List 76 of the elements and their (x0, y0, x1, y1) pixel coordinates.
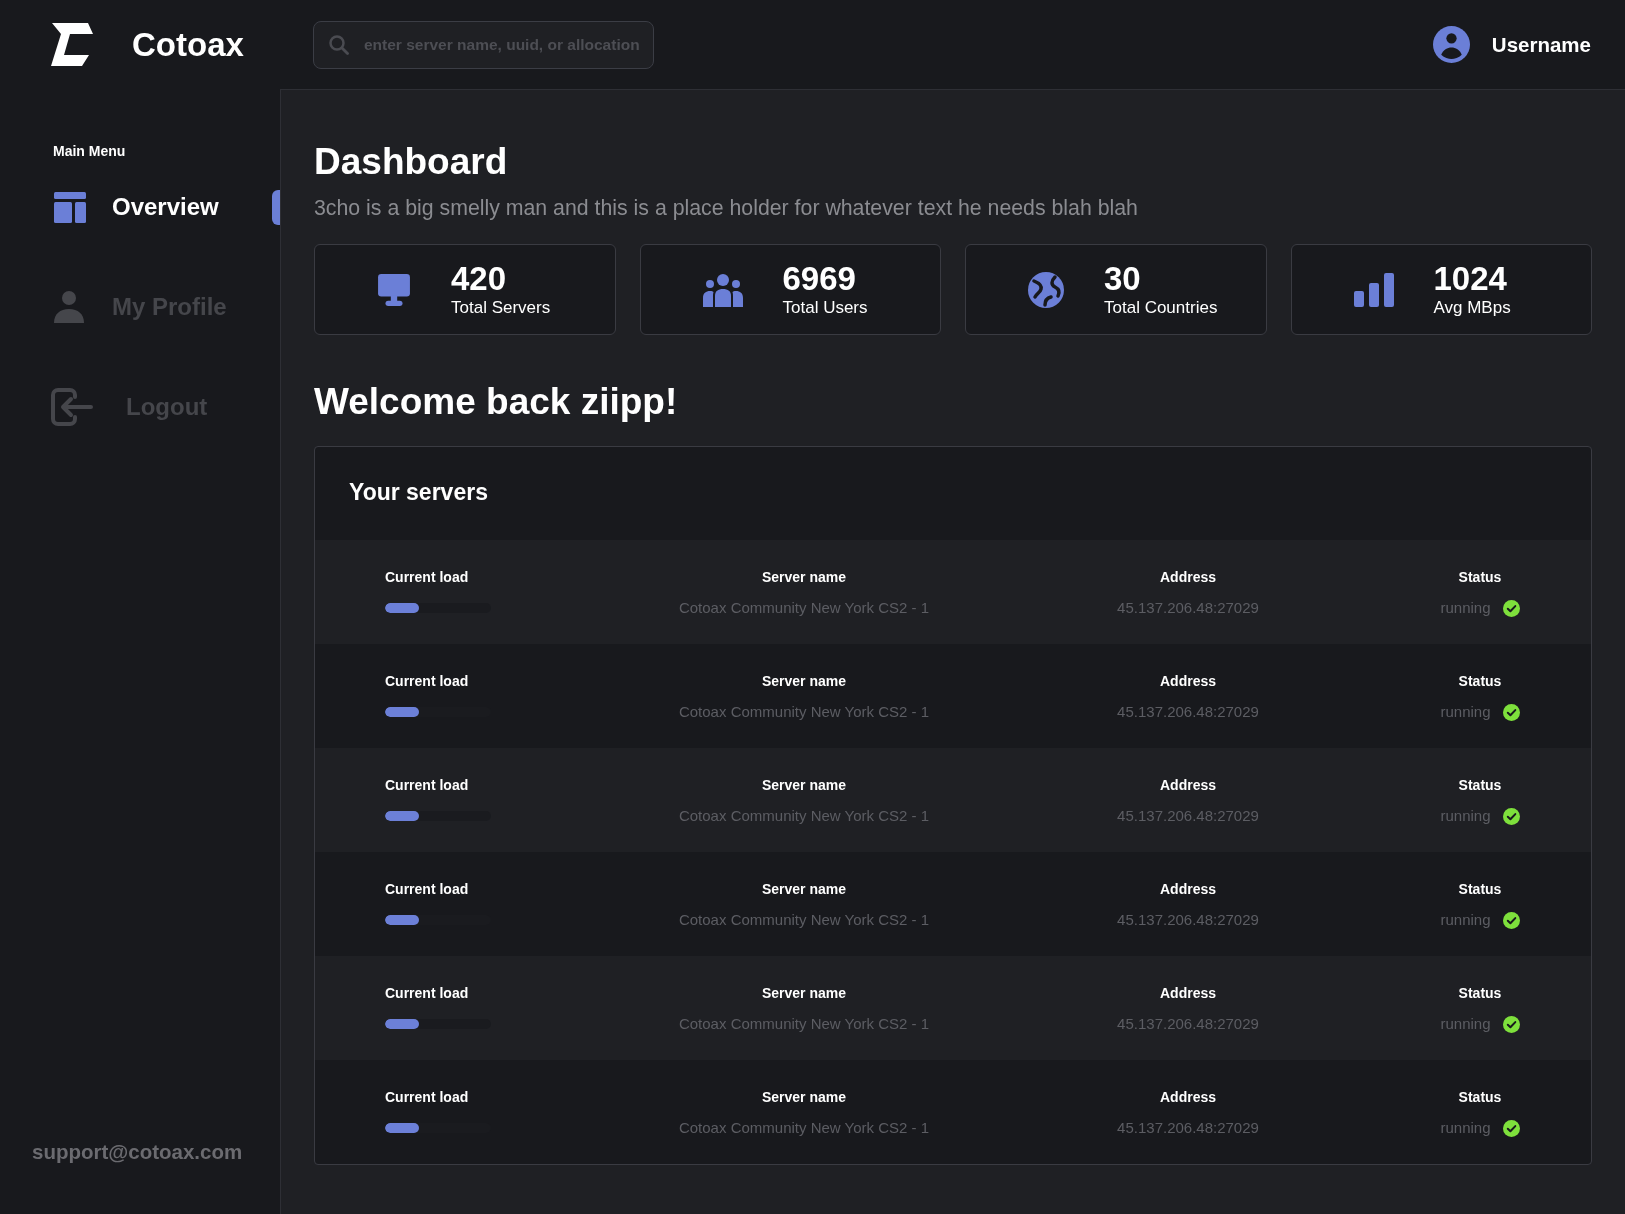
logo-icon (51, 23, 93, 66)
welcome-heading: Welcome back ziipp! (314, 380, 678, 424)
stat-value: 1024 (1433, 261, 1507, 296)
active-indicator (272, 189, 280, 225)
status-text: running (1440, 1119, 1491, 1137)
user-name[interactable]: Username (1491, 32, 1591, 57)
status-text: running (1440, 703, 1491, 721)
column-label: Address (1160, 984, 1216, 1002)
column-label: Server name (761, 1088, 847, 1106)
column-label: Server name (761, 776, 847, 794)
server-name: Cotoax Community New York CS2 - 1 (678, 911, 930, 929)
column-label: Status (1458, 984, 1502, 1002)
monitor-icon (377, 272, 411, 307)
column-label: Address (1160, 672, 1216, 690)
check-icon (1502, 703, 1520, 721)
search-icon (329, 34, 349, 55)
server-name: Cotoax Community New York CS2 - 1 (678, 807, 930, 825)
column-label: Current load (385, 880, 469, 898)
stat-label: Total Servers (451, 297, 551, 318)
column-label: Current load (385, 984, 469, 1002)
stat-label: Avg MBps (1433, 297, 1511, 318)
check-icon (1502, 1119, 1520, 1137)
check-icon (1502, 599, 1520, 617)
status-text: running (1440, 1015, 1491, 1033)
stat-value: 6969 (782, 261, 856, 296)
brand-name: Cotoax (132, 25, 244, 64)
column-label: Address (1160, 776, 1216, 794)
column-label: Server name (761, 984, 847, 1002)
column-label: Address (1160, 568, 1216, 586)
column-label: Current load (385, 1088, 469, 1106)
column-label: Current load (385, 776, 469, 794)
status-text: running (1440, 599, 1491, 617)
server-address: 45.137.206.48:27029 (1117, 807, 1259, 825)
column-label: Server name (761, 568, 847, 586)
stat-label: Total Users (782, 297, 868, 318)
bar-chart-icon (1353, 272, 1394, 307)
stat-value: 30 (1104, 261, 1141, 296)
column-label: Status (1458, 776, 1502, 794)
column-label: Server name (761, 672, 847, 690)
check-icon (1502, 911, 1520, 929)
users-icon (702, 272, 743, 307)
column-label: Current load (385, 672, 469, 690)
column-label: Address (1160, 880, 1216, 898)
check-icon (1502, 807, 1520, 825)
column-label: Server name (761, 880, 847, 898)
server-name: Cotoax Community New York CS2 - 1 (678, 1015, 930, 1033)
nav-item[interactable]: Overview (54, 191, 219, 223)
server-name: Cotoax Community New York CS2 - 1 (678, 599, 930, 617)
column-label: Status (1458, 672, 1502, 690)
server-address: 45.137.206.48:27029 (1117, 1119, 1259, 1137)
column-label: Current load (385, 568, 469, 586)
support-email: support@cotoax.com (32, 1140, 243, 1164)
logout-icon (51, 388, 93, 426)
avatar-icon[interactable] (1432, 26, 1470, 63)
server-address: 45.137.206.48:27029 (1117, 1015, 1259, 1033)
server-address: 45.137.206.48:27029 (1117, 703, 1259, 721)
stat-label: Total Countries (1104, 297, 1218, 318)
server-address: 45.137.206.48:27029 (1117, 599, 1259, 617)
menu-heading: Main Menu (53, 143, 126, 160)
server-name: Cotoax Community New York CS2 - 1 (678, 1119, 930, 1137)
page-subtitle: 3cho is a big smelly man and this is a place holder for whatever text he needs blah blah (314, 196, 1138, 220)
column-label: Status (1458, 1088, 1502, 1106)
panel-title: Your servers (349, 478, 488, 506)
column-label: Status (1458, 568, 1502, 586)
column-label: Address (1160, 1088, 1216, 1106)
check-icon (1502, 1015, 1520, 1033)
globe-icon (1028, 271, 1064, 308)
status-text: running (1440, 807, 1491, 825)
server-name: Cotoax Community New York CS2 - 1 (678, 703, 930, 721)
status-text: running (1440, 911, 1491, 929)
person-icon (54, 291, 84, 323)
layout-icon (54, 191, 86, 223)
server-address: 45.137.206.48:27029 (1117, 911, 1259, 929)
column-label: Status (1458, 880, 1502, 898)
page-title: Dashboard (314, 140, 508, 184)
stat-value: 420 (451, 261, 507, 296)
